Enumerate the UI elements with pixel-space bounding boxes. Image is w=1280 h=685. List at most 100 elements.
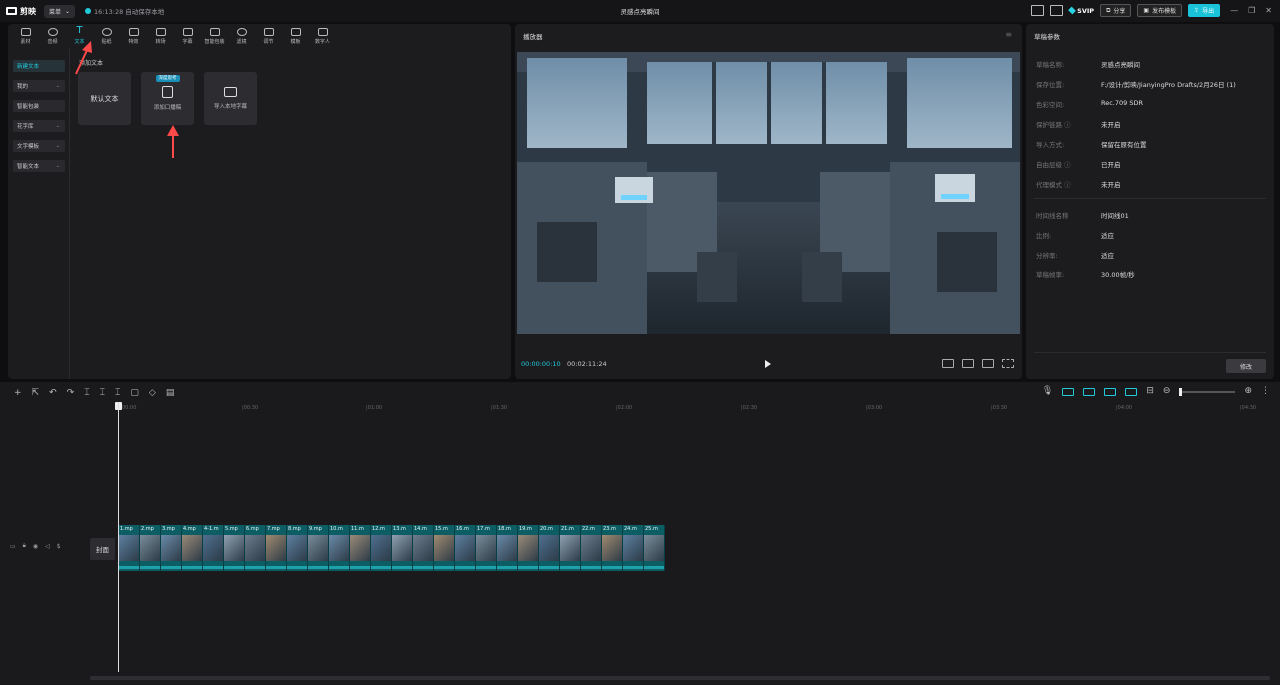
video-clip[interactable]: 20.m [539, 525, 560, 571]
add-script-card[interactable]: 深度思考 添加口播稿 [141, 72, 194, 125]
video-clip[interactable]: 23.m [602, 525, 623, 571]
lock-icon[interactable]: 🔒︎ [23, 542, 26, 550]
publish-template-button[interactable]: ▣ 发布模板 [1137, 4, 1183, 17]
text-sidebar: 新建文本 我的 ⌄ 智能包装 花字库 ⌄ 文字模板 ⌄ 智能文本 ⌄ [8, 48, 70, 379]
video-clip[interactable]: 21.m [560, 525, 581, 571]
clip-thumbnail [140, 535, 160, 561]
ai-tool-icon[interactable]: ▤ [166, 388, 175, 398]
menu-icon[interactable]: ≡ [1005, 30, 1012, 39]
clip-thumbnail [119, 535, 139, 561]
video-clip[interactable]: 4-1.m [203, 525, 224, 571]
video-clip[interactable]: 8.mp [287, 525, 308, 571]
close-icon[interactable]: ✕ [1265, 6, 1272, 15]
sidebar-item-smart-pack[interactable]: 智能包装 [13, 100, 65, 112]
zoom-in-icon[interactable]: ⊕ [1244, 387, 1252, 396]
main-menu-button[interactable]: 菜单 ⌄ [44, 4, 76, 18]
video-clip[interactable]: 7.mp [266, 525, 287, 571]
linkage-icon[interactable] [1104, 387, 1117, 396]
video-clip[interactable]: 6.mp [245, 525, 266, 571]
zoom-slider-knob[interactable] [1179, 387, 1183, 396]
titlebar-actions: SVIP ⧉ 分享 ▣ 发布模板 ⇪ 导出 — ❐ ✕ [1031, 4, 1272, 17]
crop-icon[interactable] [962, 359, 974, 368]
auto-snap-icon[interactable] [1083, 387, 1096, 396]
video-clip[interactable]: 5.mp [224, 525, 245, 571]
video-clip[interactable]: 22.m [581, 525, 602, 571]
tab-transition[interactable]: 转场 [147, 24, 174, 48]
import-subtitle-card[interactable]: 导入本地字幕 [204, 72, 257, 125]
video-clip[interactable]: 9.mp [308, 525, 329, 571]
ratio-icon[interactable] [982, 359, 994, 368]
video-preview[interactable] [517, 52, 1020, 334]
video-clip[interactable]: 3.mp [161, 525, 182, 571]
microphone-icon[interactable]: 🎙 [1042, 387, 1053, 396]
tab-effects[interactable]: 特效 [120, 24, 147, 48]
more-icon[interactable]: ⋮ [1261, 387, 1270, 396]
chevron-down-icon: ⌄ [65, 7, 71, 15]
sidebar-item-flower-text[interactable]: 花字库 ⌄ [13, 120, 65, 132]
video-clip[interactable]: 2.mp [140, 525, 161, 571]
preview-axis-icon[interactable] [1125, 387, 1138, 396]
caption-icon[interactable]: ⊟ [1146, 387, 1154, 396]
video-clip[interactable]: 12.m [371, 525, 392, 571]
video-clip[interactable]: 17.m [476, 525, 497, 571]
video-clip[interactable]: 11.m [350, 525, 371, 571]
horizontal-scrollbar[interactable] [90, 676, 1270, 680]
tab-audio[interactable]: 音频 [39, 24, 66, 48]
video-clip[interactable]: 19.m [518, 525, 539, 571]
svip-button[interactable]: SVIP [1068, 7, 1094, 15]
link-main-track-icon[interactable] [1062, 387, 1075, 396]
volume-icon[interactable]: ◁ [45, 543, 50, 550]
delete-icon[interactable]: ▢ [130, 388, 139, 398]
split-left-icon[interactable]: ⌶ [100, 388, 105, 398]
video-clip[interactable]: 16.m [455, 525, 476, 571]
default-text-card[interactable]: 默认文本 [78, 72, 131, 125]
tab-smart-pack[interactable]: 智能包装 [201, 24, 228, 48]
sidebar-item-label: 文字模板 [17, 144, 40, 150]
zoom-out-icon[interactable]: ⊖ [1163, 387, 1171, 396]
video-clip[interactable]: 4.mp [182, 525, 203, 571]
video-clip[interactable]: 18.m [497, 525, 518, 571]
eye-icon[interactable]: ◉ [33, 543, 38, 550]
marker-icon[interactable]: ◇ [149, 388, 156, 398]
sidebar-item-smart-text[interactable]: 智能文本 ⌄ [13, 160, 65, 172]
timeline-ruler[interactable]: 00:00 |00:30 |01:00 |01:30 |02:00 |02:30… [118, 404, 1280, 414]
video-clip[interactable]: 24.m [623, 525, 644, 571]
zoom-slider[interactable] [1179, 387, 1236, 396]
clip-audio-strip [245, 566, 265, 569]
export-button[interactable]: ⇪ 导出 [1188, 4, 1221, 17]
video-clip[interactable]: 1.mp [119, 525, 140, 571]
sidebar-item-mine[interactable]: 我的 ⌄ [13, 80, 65, 92]
tab-template[interactable]: 模板 [282, 24, 309, 48]
modify-button[interactable]: 修改 [1226, 359, 1266, 373]
tab-digital-human[interactable]: 数字人 [309, 24, 336, 48]
minimize-icon[interactable]: — [1230, 6, 1238, 15]
play-icon[interactable] [765, 360, 771, 368]
tab-filter[interactable]: 滤镜 [228, 24, 255, 48]
shortcut-icon[interactable] [1031, 5, 1045, 16]
video-clip[interactable]: 15.m [434, 525, 455, 571]
sidebar-item-new-text[interactable]: 新建文本 [13, 60, 65, 72]
split-icon[interactable]: ⌶ [84, 388, 89, 398]
tab-adjust[interactable]: 调节 [255, 24, 282, 48]
select-tool-icon[interactable]: ⇱ [32, 388, 40, 398]
video-clip[interactable]: 14.m [413, 525, 434, 571]
sidebar-item-text-template[interactable]: 文字模板 ⌄ [13, 140, 65, 152]
quality-icon[interactable] [942, 359, 954, 368]
redo-icon[interactable]: ↷ [67, 388, 75, 398]
add-track-icon[interactable]: + [14, 388, 22, 398]
video-clip[interactable]: 10.m [329, 525, 350, 571]
fullscreen-icon[interactable] [1002, 359, 1014, 368]
restore-icon[interactable]: ❐ [1248, 6, 1255, 15]
playhead[interactable] [118, 402, 119, 672]
cover-button[interactable]: 封面 [90, 538, 115, 560]
video-clip[interactable]: 13.m [392, 525, 413, 571]
video-clip[interactable]: 25.m [644, 525, 665, 571]
share-button[interactable]: ⧉ 分享 [1100, 4, 1132, 17]
tab-subtitle[interactable]: 字幕 [174, 24, 201, 48]
prop-label: 草稿名称: [1036, 61, 1065, 69]
split-right-icon[interactable]: ⌶ [115, 388, 120, 398]
undo-icon[interactable]: ↶ [49, 388, 57, 398]
layout-icon[interactable] [1050, 5, 1064, 16]
track-setting-icon[interactable]: $ [57, 543, 61, 550]
tab-media[interactable]: 素材 [12, 24, 39, 48]
